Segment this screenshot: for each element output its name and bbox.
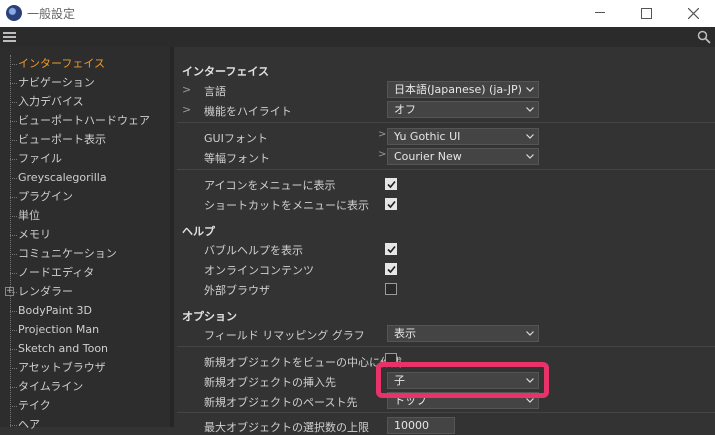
new-object-center-label: 新規オブジェクトをビューの中心に作成 [204, 356, 402, 369]
sidebar-item-bodypaint[interactable]: BodyPaint 3D [10, 301, 92, 320]
sidebar-item-memory[interactable]: メモリ [10, 225, 51, 244]
checkmark-icon [387, 180, 396, 189]
show-icons-label: アイコンをメニューに表示 [204, 179, 336, 192]
checkmark-icon [387, 265, 396, 274]
divider [177, 169, 715, 170]
divider [177, 122, 715, 123]
gui-font-expand-icon[interactable]: > [378, 129, 386, 140]
sidebar-item-node-editor[interactable]: ノードエディタ [10, 263, 94, 282]
show-shortcuts-checkbox[interactable] [385, 198, 397, 210]
close-icon [687, 7, 699, 19]
sidebar-item-projection-man[interactable]: Projection Man [10, 320, 99, 339]
sidebar-item-navigation[interactable]: ナビゲーション [10, 73, 95, 92]
sidebar-item-timeline[interactable]: タイムライン [10, 377, 83, 396]
new-object-insert-label: 新規オブジェクトの挿入先 [204, 376, 336, 389]
external-browser-checkbox[interactable] [385, 283, 397, 295]
sidebar-item-units[interactable]: 単位 [10, 206, 40, 225]
close-button[interactable] [673, 2, 713, 24]
external-browser-label: 外部ブラウザ [204, 284, 270, 297]
divider [177, 346, 715, 347]
sidebar-item-takes[interactable]: テイク [10, 396, 51, 415]
highlight-expand-icon[interactable]: > [182, 103, 191, 116]
highlight-features-dropdown[interactable]: オフ [387, 101, 539, 118]
sidebar-item-input-devices[interactable]: 入力デバイス [10, 92, 84, 111]
header-toolbar [0, 27, 715, 47]
minimize-icon [595, 12, 605, 13]
sidebar-item-asset-browser[interactable]: アセットブラウザ [10, 358, 106, 377]
gui-font-label: GUIフォント [204, 132, 268, 145]
checkmark-icon [387, 245, 396, 254]
section-title-help: ヘルプ [182, 225, 215, 238]
new-object-paste-label: 新規オブジェクトのペースト先 [204, 396, 358, 409]
chevron-down-icon [526, 107, 534, 112]
chevron-down-icon [526, 398, 534, 403]
chevron-down-icon [526, 154, 534, 159]
mono-font-label: 等幅フォント [204, 152, 270, 165]
chevron-down-icon [526, 87, 534, 92]
sidebar-item-interface[interactable]: インターフェイス [10, 54, 105, 73]
minimize-button[interactable] [580, 2, 620, 24]
online-content-label: オンラインコンテンツ [204, 264, 314, 277]
sidebar-item-sketch-and-toon[interactable]: Sketch and Toon [10, 339, 108, 358]
sidebar-item-viewport-display[interactable]: ビューポート表示 [10, 130, 106, 149]
maximize-button[interactable] [626, 2, 666, 24]
menu-icon[interactable] [3, 32, 16, 42]
section-title-options: オプション [182, 310, 237, 323]
window-titlebar: 一般設定 [0, 0, 715, 27]
show-shortcuts-label: ショートカットをメニューに表示 [204, 199, 369, 212]
field-remap-dropdown[interactable]: 表示 [387, 325, 539, 342]
gui-font-dropdown[interactable]: Yu Gothic UI [387, 128, 539, 145]
language-dropdown[interactable]: 日本語(Japanese) (ja-JP) [387, 81, 539, 98]
sidebar-item-greyscalegorilla[interactable]: Greyscalegorilla [10, 168, 107, 187]
chevron-down-icon [526, 134, 534, 139]
sidebar-item-plugins[interactable]: プラグイン [10, 187, 73, 206]
annotation-highlight-box [376, 362, 549, 398]
chevron-down-icon [526, 331, 534, 336]
sidebar-item-files[interactable]: ファイル [10, 149, 62, 168]
show-icons-checkbox[interactable] [385, 178, 397, 190]
bubble-help-label: バブルヘルプを表示 [204, 244, 303, 257]
online-content-checkbox[interactable] [385, 263, 397, 275]
mono-font-dropdown[interactable]: Courier New [387, 148, 539, 165]
settings-sidebar: インターフェイス ナビゲーション 入力デバイス ビューポートハードウェア ビュー… [0, 47, 170, 431]
window-title: 一般設定 [27, 7, 76, 21]
max-selection-input[interactable]: 10000 [387, 417, 455, 434]
field-remap-label: フィールド リマッピング グラフ [204, 329, 365, 342]
maximize-icon [640, 7, 652, 19]
cinema4d-app-icon [6, 5, 22, 21]
sidebar-item-viewport-hardware[interactable]: ビューポートハードウェア [10, 111, 150, 130]
mono-font-expand-icon[interactable]: > [378, 149, 386, 160]
sidebar-item-hair[interactable]: ヘア [10, 415, 40, 434]
search-icon[interactable] [697, 30, 711, 44]
max-selection-label: 最大オブジェクトの選択数の上限 [204, 421, 369, 434]
language-expand-icon[interactable]: > [182, 83, 191, 96]
bubble-help-checkbox[interactable] [385, 243, 397, 255]
highlight-features-label: 機能をハイライト [204, 105, 292, 118]
sidebar-item-communication[interactable]: コミュニケーション [10, 244, 117, 263]
section-title-interface: インターフェイス [182, 65, 270, 78]
language-label: 言語 [204, 85, 226, 98]
checkmark-icon [387, 200, 396, 209]
divider [177, 412, 715, 413]
sidebar-item-renderer[interactable]: レンダラー [10, 282, 73, 301]
